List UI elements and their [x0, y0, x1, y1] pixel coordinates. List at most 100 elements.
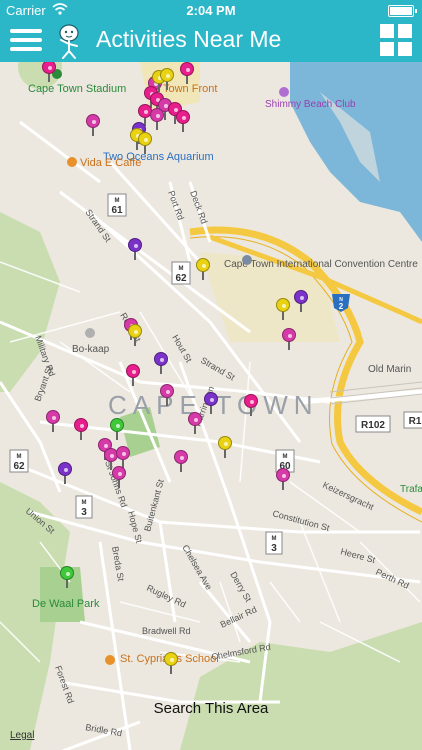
svg-text:61: 61 [111, 205, 123, 216]
map-pin-icon [160, 68, 174, 82]
map-pin-icon [160, 384, 174, 398]
activity-pin[interactable] [164, 652, 178, 674]
activity-pin[interactable] [218, 436, 232, 458]
activity-pin[interactable] [86, 114, 100, 136]
grid-icon[interactable] [380, 24, 412, 56]
page-title: Activities Near Me [96, 26, 282, 52]
svg-text:3: 3 [271, 543, 277, 554]
map-pin-icon [180, 62, 194, 76]
activity-pin[interactable] [42, 62, 56, 82]
svg-text:3: 3 [81, 507, 87, 518]
activity-pin[interactable] [176, 110, 190, 132]
map-pin-icon [150, 108, 164, 122]
activity-pin[interactable] [74, 418, 88, 440]
route-shield-r1: R1 [403, 411, 422, 429]
activity-pin[interactable] [294, 290, 308, 312]
activity-pin[interactable] [116, 446, 130, 468]
activity-pin[interactable] [128, 238, 142, 260]
map-pin-icon [46, 410, 60, 424]
map-label-stadium: Cape Town Stadium [28, 83, 126, 95]
activity-pin[interactable] [138, 132, 152, 154]
svg-text:R102: R102 [361, 420, 385, 431]
map-label-ctic: Cape Town International Convention Centr… [224, 259, 418, 270]
map-pin-icon [74, 418, 88, 432]
map-pin-icon [154, 352, 168, 366]
activity-pin[interactable] [112, 466, 126, 488]
map-pin-icon [276, 468, 290, 482]
svg-text:M: M [115, 198, 120, 204]
school-poi-icon[interactable] [105, 655, 115, 665]
activity-pin[interactable] [126, 364, 140, 386]
activity-pin[interactable] [196, 258, 210, 280]
route-shield-m3b: M 3 [265, 531, 283, 555]
route-shield-m62b: M 62 [9, 449, 29, 473]
map-pin-icon [176, 110, 190, 124]
clock: 2:04 PM [186, 3, 236, 18]
activity-pin[interactable] [150, 108, 164, 130]
map-pin-icon [128, 324, 142, 338]
map-pin-icon [138, 132, 152, 146]
cafe-poi-icon[interactable] [67, 157, 77, 167]
legal-link[interactable]: Legal [10, 730, 34, 741]
hamburger-icon[interactable] [10, 24, 42, 56]
activity-pin[interactable] [128, 324, 142, 346]
activity-pin[interactable] [276, 298, 290, 320]
activity-pin[interactable] [180, 62, 194, 84]
activity-pin[interactable] [188, 412, 202, 434]
svg-text:62: 62 [175, 273, 187, 284]
map-label-bokaap: Bo-kaap [72, 344, 110, 355]
map-pin-icon [60, 566, 74, 580]
shimmy-poi-icon[interactable] [279, 87, 289, 97]
map-label-trafalgar: Trafa [400, 484, 422, 495]
svg-text:62: 62 [13, 461, 25, 472]
svg-text:M: M [272, 536, 277, 542]
map-pin-icon [110, 418, 124, 432]
map-pin-icon [112, 466, 126, 480]
bokaap-poi-icon[interactable] [85, 328, 95, 338]
map-pin-icon [244, 394, 258, 408]
activity-pin[interactable] [154, 352, 168, 374]
map-pin-icon [174, 450, 188, 464]
map-pin-icon [128, 238, 142, 252]
map-label-dewaal: De Waal Park [32, 598, 100, 610]
search-this-area-button[interactable]: Search This Area [0, 700, 422, 717]
map-pin-icon [58, 462, 72, 476]
svg-text:M: M [82, 500, 87, 506]
map-pin-icon [126, 364, 140, 378]
map-pin-icon [282, 328, 296, 342]
map-label-vida: Vida E Caffe [80, 157, 141, 169]
activity-pin[interactable] [160, 68, 174, 90]
convention-poi-icon[interactable] [242, 255, 252, 265]
route-shield-r102: R102 [355, 415, 391, 433]
activity-pin[interactable] [58, 462, 72, 484]
activity-pin[interactable] [110, 418, 124, 440]
activity-pin[interactable] [46, 410, 60, 432]
svg-text:2: 2 [339, 302, 344, 311]
svg-text:R1: R1 [409, 416, 422, 427]
svg-text:M: M [17, 454, 22, 460]
activity-pin[interactable] [204, 392, 218, 414]
svg-text:M: M [179, 266, 184, 272]
map-pin-icon [42, 62, 56, 74]
activity-pin[interactable] [282, 328, 296, 350]
activity-pin[interactable] [174, 450, 188, 472]
activity-pin[interactable] [276, 468, 290, 490]
map-label-oldmarine: Old Marin [368, 364, 411, 375]
map-pin-icon [86, 114, 100, 128]
map-label-bradwell: Bradwell Rd [142, 626, 191, 636]
map-pin-icon [116, 446, 130, 460]
nav-bar: Activities Near Me [0, 20, 422, 62]
map-view[interactable]: Cape Town Stadium Shimmy Beach Club Two … [0, 62, 422, 750]
activity-pin[interactable] [60, 566, 74, 588]
map-pin-icon [294, 290, 308, 304]
status-bar: Carrier 2:04 PM [0, 0, 422, 20]
map-pin-icon [204, 392, 218, 406]
route-shield-m61: M 61 [107, 193, 127, 217]
mascot-logo [59, 24, 79, 59]
activity-pin[interactable] [244, 394, 258, 416]
route-shield-m62: M 62 [171, 261, 191, 285]
map-pin-icon [276, 298, 290, 312]
map-label-shimmy: Shimmy Beach Club [265, 99, 356, 110]
activity-pin[interactable] [160, 384, 174, 406]
map-pin-icon [164, 652, 178, 666]
